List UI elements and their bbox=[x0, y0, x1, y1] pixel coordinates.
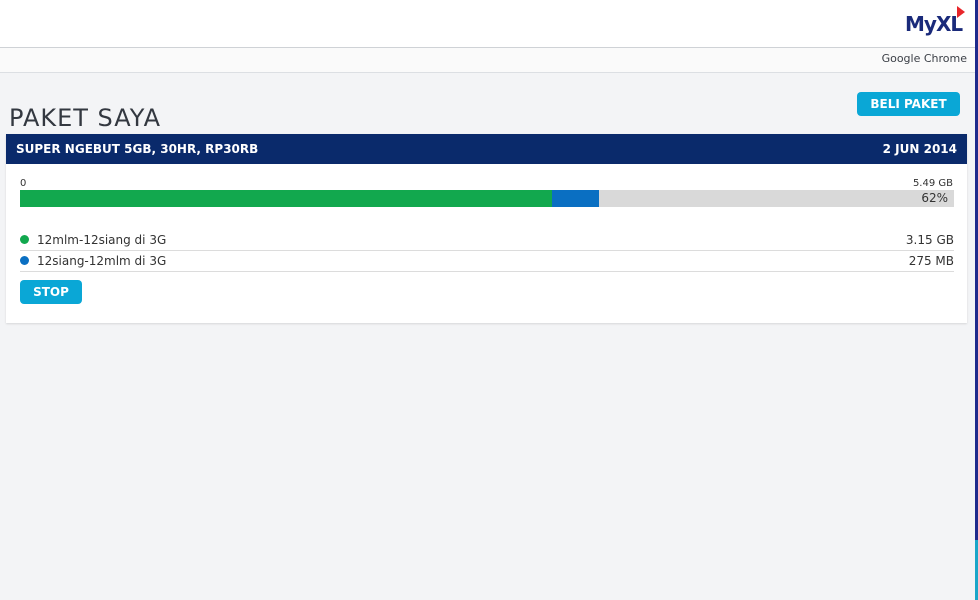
usage-value: 275 MB bbox=[908, 254, 954, 268]
usage-percent: 62% bbox=[921, 191, 948, 205]
top-bar: MyXL bbox=[0, 0, 975, 48]
package-card-header: SUPER NGEBUT 5GB, 30HR, RP30RB 2 JUN 201… bbox=[6, 134, 967, 164]
usage-row-night: 12mlm-12siang di 3G 3.15 GB bbox=[20, 230, 954, 251]
browser-label: Google Chrome bbox=[881, 52, 967, 65]
green-dot-icon bbox=[20, 235, 29, 244]
usage-progress-bar: 62% bbox=[20, 190, 954, 207]
usage-row-day: 12siang-12mlm di 3G 275 MB bbox=[20, 251, 954, 272]
usage-bar-segment-night bbox=[20, 190, 552, 207]
package-card: SUPER NGEBUT 5GB, 30HR, RP30RB 2 JUN 201… bbox=[6, 134, 967, 323]
usage-bar-segment-day bbox=[552, 190, 599, 207]
package-date: 2 JUN 2014 bbox=[882, 142, 957, 156]
logo-text: MyXL bbox=[905, 12, 963, 36]
blue-dot-icon bbox=[20, 256, 29, 265]
myxl-logo[interactable]: MyXL bbox=[905, 6, 965, 42]
usage-scale-max: 5.49 GB bbox=[912, 178, 953, 189]
usage-label: 12mlm-12siang di 3G bbox=[37, 233, 167, 247]
stop-button[interactable]: STOP bbox=[20, 280, 82, 304]
package-name: SUPER NGEBUT 5GB, 30HR, RP30RB bbox=[16, 142, 259, 156]
browser-bar: Google Chrome bbox=[0, 48, 975, 73]
buy-package-button[interactable]: BELI PAKET bbox=[857, 92, 960, 116]
logo-arrow-icon bbox=[957, 6, 965, 18]
usage-value: 3.15 GB bbox=[905, 233, 954, 247]
usage-label: 12siang-12mlm di 3G bbox=[37, 254, 167, 268]
page-title: PAKET SAYA bbox=[9, 104, 161, 133]
usage-scale-min: 0 bbox=[20, 178, 27, 189]
